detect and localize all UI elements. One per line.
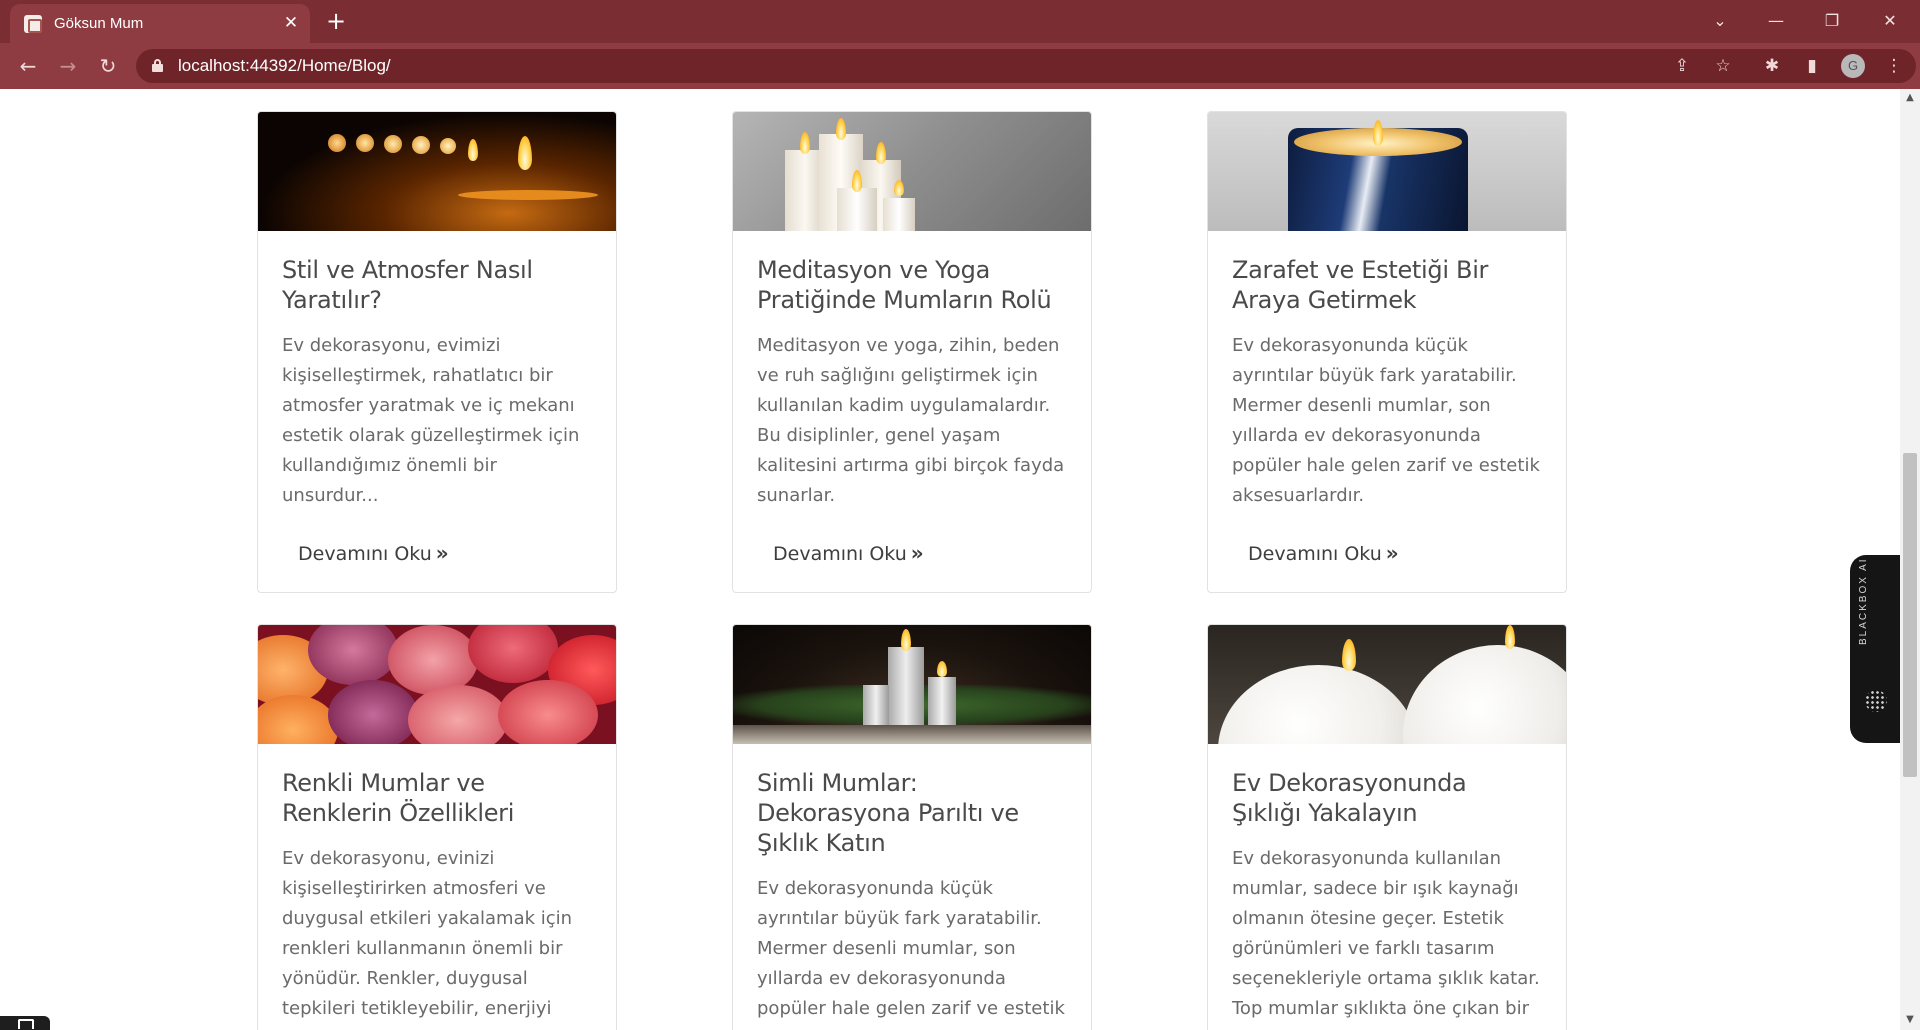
blog-card-image (258, 625, 616, 744)
blog-card-excerpt: Ev dekorasyonunda küçük ayrıntılar büyük… (1232, 335, 1540, 506)
blog-card-image (1208, 112, 1566, 231)
blog-card-title[interactable]: Renkli Mumlar ve Renklerin Özellikleri (282, 768, 592, 828)
reload-icon[interactable]: ↻ (94, 52, 122, 80)
blog-card: Renkli Mumlar ve Renklerin Özellikleri E… (257, 624, 617, 1030)
blog-card-excerpt: Meditasyon ve yoga, zihin, beden ve ruh … (757, 335, 1065, 506)
minimize-button[interactable]: — (1756, 6, 1796, 36)
blog-card-title[interactable]: Meditasyon ve Yoga Pratiğinde Mumların R… (757, 255, 1067, 315)
address-url[interactable]: localhost:44392/Home/Blog/ (178, 56, 391, 76)
blog-card: Ev Dekorasyonunda Şıklığı Yakalayın Ev d… (1207, 624, 1567, 1030)
blog-card-image (733, 112, 1091, 231)
blog-card-title[interactable]: Simli Mumlar: Dekorasyona Parıltı ve Şık… (757, 768, 1067, 858)
browser-tab-active[interactable]: Göksun Mum ✕ (10, 4, 310, 43)
forward-arrow-icon[interactable]: → (54, 52, 82, 80)
blog-card-excerpt: Ev dekorasyonunda küçük ayrıntılar büyük… (757, 878, 1065, 1019)
blog-page: Stil ve Atmosfer Nasıl Yaratılır? Ev dek… (0, 89, 1900, 1030)
tab-search-chevron-icon[interactable]: ⌄ (1700, 6, 1740, 36)
extensions-puzzle-icon[interactable]: ✱ (1758, 52, 1786, 80)
blog-card-title[interactable]: Ev Dekorasyonunda Şıklığı Yakalayın (1232, 768, 1542, 828)
page-scrollbar[interactable]: ▲ ▼ (1900, 89, 1920, 1030)
scrollbar-thumb[interactable] (1903, 453, 1917, 777)
double-chevron-right-icon: » (910, 541, 924, 565)
lock-icon (152, 59, 163, 72)
blackbox-ai-label: BLACKBOX AI (1858, 557, 1869, 645)
browser-menu-icon[interactable]: ⋮ (1880, 52, 1908, 80)
share-icon[interactable]: ⇪ (1668, 52, 1696, 80)
blog-card-excerpt: Ev dekorasyonu, evinizi kişiselleştirirk… (282, 848, 573, 1019)
blackbox-ai-widget[interactable]: BLACKBOX AI (1850, 555, 1900, 743)
blog-card: Stil ve Atmosfer Nasıl Yaratılır? Ev dek… (257, 111, 617, 593)
corner-widget-icon[interactable] (0, 1016, 50, 1030)
address-bar[interactable]: localhost:44392/Home/Blog/ (136, 49, 1916, 83)
bookmark-star-icon[interactable]: ☆ (1709, 52, 1737, 80)
close-tab-icon[interactable]: ✕ (280, 12, 302, 34)
side-panel-icon[interactable]: ▮ (1798, 52, 1826, 80)
close-window-button[interactable]: ✕ (1870, 6, 1910, 36)
read-more-link[interactable]: Devamını Oku» (1248, 541, 1399, 565)
browser-toolbar: ← → ↻ localhost:44392/Home/Blog/ ⇪ ☆ ✱ ▮… (0, 43, 1920, 89)
tab-title: Göksun Mum (54, 15, 144, 32)
back-arrow-icon[interactable]: ← (14, 52, 42, 80)
blog-card-image (733, 625, 1091, 744)
read-more-link[interactable]: Devamını Oku» (773, 541, 924, 565)
profile-avatar[interactable]: G (1841, 54, 1865, 78)
double-chevron-right-icon: » (1385, 541, 1399, 565)
read-more-link[interactable]: Devamını Oku» (298, 541, 449, 565)
blog-card-image (1208, 625, 1566, 744)
double-chevron-right-icon: » (435, 541, 449, 565)
browser-tab-strip: Göksun Mum ✕ + ⌄ — ❐ ✕ (0, 0, 1920, 43)
blog-card-excerpt: Ev dekorasyonunda kullanılan mumlar, sad… (1232, 848, 1540, 1019)
scroll-down-arrow-icon[interactable]: ▼ (1904, 1015, 1916, 1025)
new-tab-button[interactable]: + (322, 8, 350, 36)
blackbox-logo-icon (1865, 690, 1887, 712)
scroll-up-arrow-icon[interactable]: ▲ (1904, 93, 1916, 103)
blog-card: Zarafet ve Estetiği Bir Araya Getirmek E… (1207, 111, 1567, 593)
blog-card: Meditasyon ve Yoga Pratiğinde Mumların R… (732, 111, 1092, 593)
blog-card: Simli Mumlar: Dekorasyona Parıltı ve Şık… (732, 624, 1092, 1030)
blog-card-title[interactable]: Stil ve Atmosfer Nasıl Yaratılır? (282, 255, 592, 315)
blog-card-excerpt: Ev dekorasyonu, evimizi kişiselleştirmek… (282, 335, 580, 506)
site-favicon-icon (24, 15, 42, 33)
blog-card-image (258, 112, 616, 231)
blog-card-title[interactable]: Zarafet ve Estetiği Bir Araya Getirmek (1232, 255, 1542, 315)
restore-button[interactable]: ❐ (1812, 6, 1852, 36)
